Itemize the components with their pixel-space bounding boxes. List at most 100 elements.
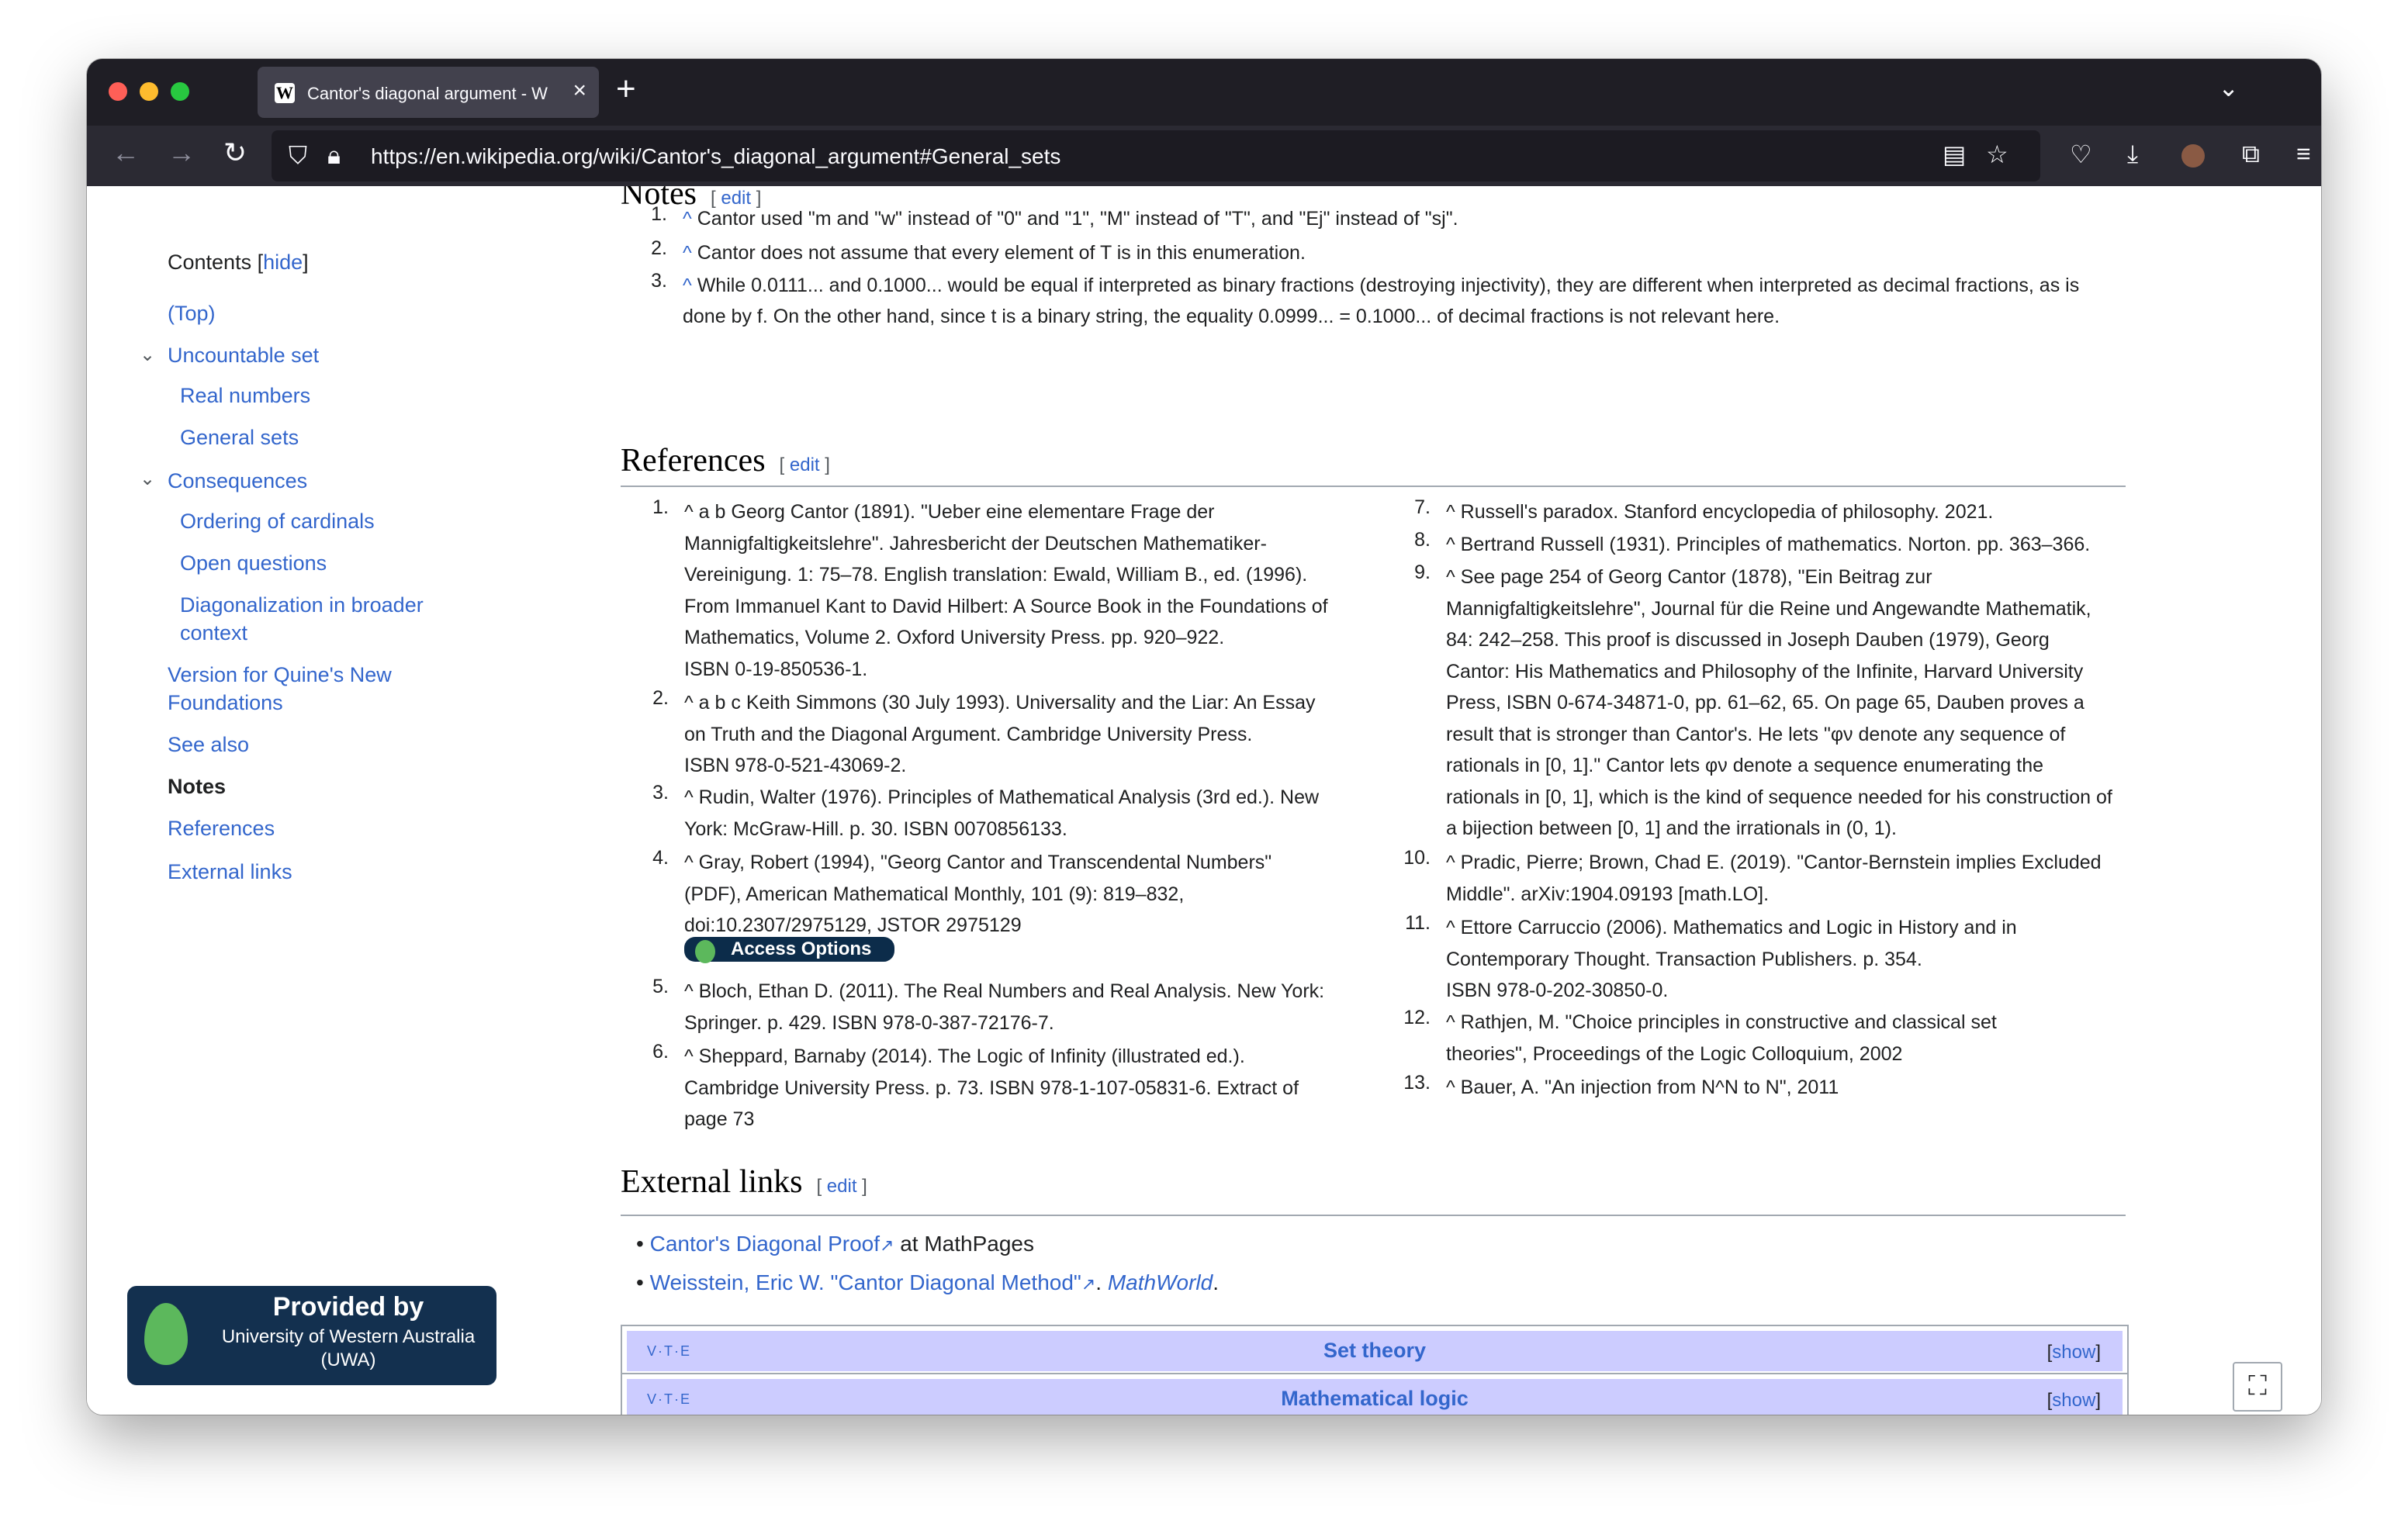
extensions-icon[interactable]: ⧉ [2242,140,2260,169]
navbox-set-theory: V·T·E Set theory [show] [621,1325,2129,1377]
reference-number: 7. [1414,496,1431,518]
navbox-show-toggle[interactable]: [show] [2047,1342,2101,1363]
wikipedia-favicon-icon: W [275,83,295,103]
access-options-label: Access Options [731,938,872,959]
minimize-window-button[interactable] [140,82,158,101]
reference-number: 9. [1414,562,1431,583]
toc-item-references[interactable]: References [168,814,275,842]
reference-line: Springer. p. 429. ISBN 978-0-387-72176-7… [684,1011,1054,1034]
note-backlink[interactable]: ^ [683,275,692,296]
close-window-button[interactable] [109,82,127,101]
reference-line: rationals in [0, 1], which is the kind o… [1446,786,2112,808]
toc-item-general-sets[interactable]: General sets [180,423,299,451]
chevron-down-icon[interactable]: ⌄ [140,341,155,369]
reference-number: 3. [652,782,669,804]
new-tab-button[interactable]: + [616,70,636,109]
toc-item-open-questions[interactable]: Open questions [180,549,327,577]
navbox-header: V·T·E Mathematical logic [show] [627,1379,2123,1415]
external-link[interactable]: Weisstein, Eric W. "Cantor Diagonal Meth… [650,1270,1081,1294]
menu-hamburger-icon[interactable]: ≡ [2296,140,2311,168]
access-drop-icon [695,940,715,963]
toc-item-top[interactable]: (Top) [168,299,216,327]
toc-header: Contents [hide] [168,251,309,274]
reference-number: 5. [652,976,669,997]
reference-line: ^ Russell's paradox. Stanford encycloped… [1446,501,1994,523]
forward-button[interactable]: → [168,137,195,169]
fullscreen-expand-icon[interactable]: ⛶ [2233,1362,2282,1412]
reference-line: theories", Proceedings of the Logic Coll… [1446,1042,1903,1065]
toc-item-quine[interactable]: Version for Quine's New [168,661,392,689]
external-links-edit-link[interactable]: edit [827,1176,857,1197]
note-text: Cantor used "m and "w" instead of "0" an… [697,208,1458,230]
toc-item-diagonalization-cont[interactable]: context [180,619,247,647]
tab-bar: W Cantor's diagonal argument - W × + ⌄ [87,59,2321,126]
toc-item-see-also[interactable]: See also [168,731,249,759]
uwa-line2: University of Western Australia [221,1326,476,1347]
external-link[interactable]: Cantor's Diagonal Proof [650,1232,880,1256]
navbox-title[interactable]: Mathematical logic [627,1387,2123,1411]
toc-item-consequences[interactable]: Consequences [168,467,307,495]
bookmark-star-icon[interactable]: ☆ [1986,140,2008,169]
external-links-heading-text: External links [621,1164,803,1200]
navbox-show-link[interactable]: show [2052,1342,2095,1363]
reload-button[interactable]: ↻ [223,137,247,169]
references-edit-link[interactable]: edit [790,454,820,475]
navbox-show-toggle[interactable]: [show] [2047,1390,2101,1412]
note-number: 3. [651,270,667,292]
reference-line: ^ Ettore Carruccio (2006). Mathematics a… [1446,917,2017,938]
external-link-tail: . [1213,1270,1220,1294]
reference-line: ^ Rudin, Walter (1976). Principles of Ma… [684,786,1320,808]
downloads-icon[interactable]: ⤓ [2127,140,2138,169]
reference-line: ^ See page 254 of Georg Cantor (1878), "… [1446,566,1932,588]
toc-hide-link[interactable]: hide [263,251,303,274]
lock-icon[interactable]: 🔒︎ [327,141,341,171]
toc-item-diagonalization[interactable]: Diagonalization in broader [180,591,424,619]
toc-item-real-numbers[interactable]: Real numbers [180,382,310,410]
reference-line: (PDF), American Mathematical Monthly, 10… [684,883,1185,905]
back-button[interactable]: ← [112,137,140,169]
maximize-window-button[interactable] [171,82,189,101]
navbox-header: V·T·E Set theory [show] [627,1331,2123,1371]
toc-item-uncountable-set[interactable]: Uncountable set [168,341,319,369]
navbox-title[interactable]: Set theory [627,1339,2123,1363]
reference-line: ISBN 0-19-850536-1. [684,658,868,680]
pocket-icon[interactable]: ♡ [2070,140,2092,169]
reference-line: ^ a b c Keith Simmons (30 July 1993). Un… [684,692,1316,714]
section-divider [621,1215,2126,1216]
note-item: ^ Cantor used "m and "w" instead of "0" … [683,203,2141,234]
reference-line: Mathematics, Volume 2. Oxford University… [684,627,1225,648]
reference-line: a bijection between [0, 1] and the irrat… [1446,817,1897,839]
note-number: 1. [651,203,667,225]
reference-line: Mannigfaltigkeitslehre", Journal für die… [1446,597,2091,620]
chevron-down-icon[interactable]: ⌄ [140,465,155,493]
list-tabs-chevron-icon[interactable]: ⌄ [2218,73,2239,102]
uwa-line1: Provided by [272,1292,424,1322]
toc-title: Contents [168,251,252,274]
toc-item-quine-cont[interactable]: Foundations [168,689,283,717]
toc-item-external-links[interactable]: External links [168,858,292,886]
uwa-access-badge[interactable]: Provided by University of Western Austra… [127,1286,496,1385]
external-link-icon: ↗ [880,1236,894,1255]
tab-close-icon[interactable]: × [573,78,586,104]
shield-icon[interactable]: ⛉ [289,141,307,171]
account-avatar-icon[interactable] [2181,144,2205,168]
address-bar[interactable]: ⛉ 🔒︎ https://en.wikipedia.org/wiki/Canto… [272,130,2040,181]
reader-view-icon[interactable]: ▤ [1943,140,1966,169]
mathworld-link[interactable]: MathWorld [1108,1270,1213,1294]
url-text[interactable]: https://en.wikipedia.org/wiki/Cantor's_d… [371,144,1060,169]
external-links-heading: External links[ edit ] [621,1164,867,1200]
page-content: Contents [hide] (Top) ⌄ Uncountable set … [87,186,2321,1415]
note-backlink[interactable]: ^ [683,208,692,230]
reference-line: ISBN 978-0-521-43069-2. [684,755,907,776]
access-options-button[interactable]: Access Options [684,937,895,963]
note-text: Cantor does not assume that every elemen… [697,242,1306,264]
reference-line: ^ Bloch, Ethan D. (2011). The Real Numbe… [684,980,1325,1002]
note-backlink[interactable]: ^ [683,242,692,264]
browser-tab[interactable]: W Cantor's diagonal argument - W × [258,67,599,118]
reference-line: ^ Gray, Robert (1994), "Georg Cantor and… [684,852,1272,873]
toc-item-ordering-of-cardinals[interactable]: Ordering of cardinals [180,507,375,535]
external-link-suffix: at MathPages [894,1232,1034,1256]
toc-item-notes-active[interactable]: Notes [168,772,226,800]
navbox-show-link[interactable]: show [2052,1390,2095,1411]
reference-line: ^ Sheppard, Barnaby (2014). The Logic of… [684,1045,1245,1067]
